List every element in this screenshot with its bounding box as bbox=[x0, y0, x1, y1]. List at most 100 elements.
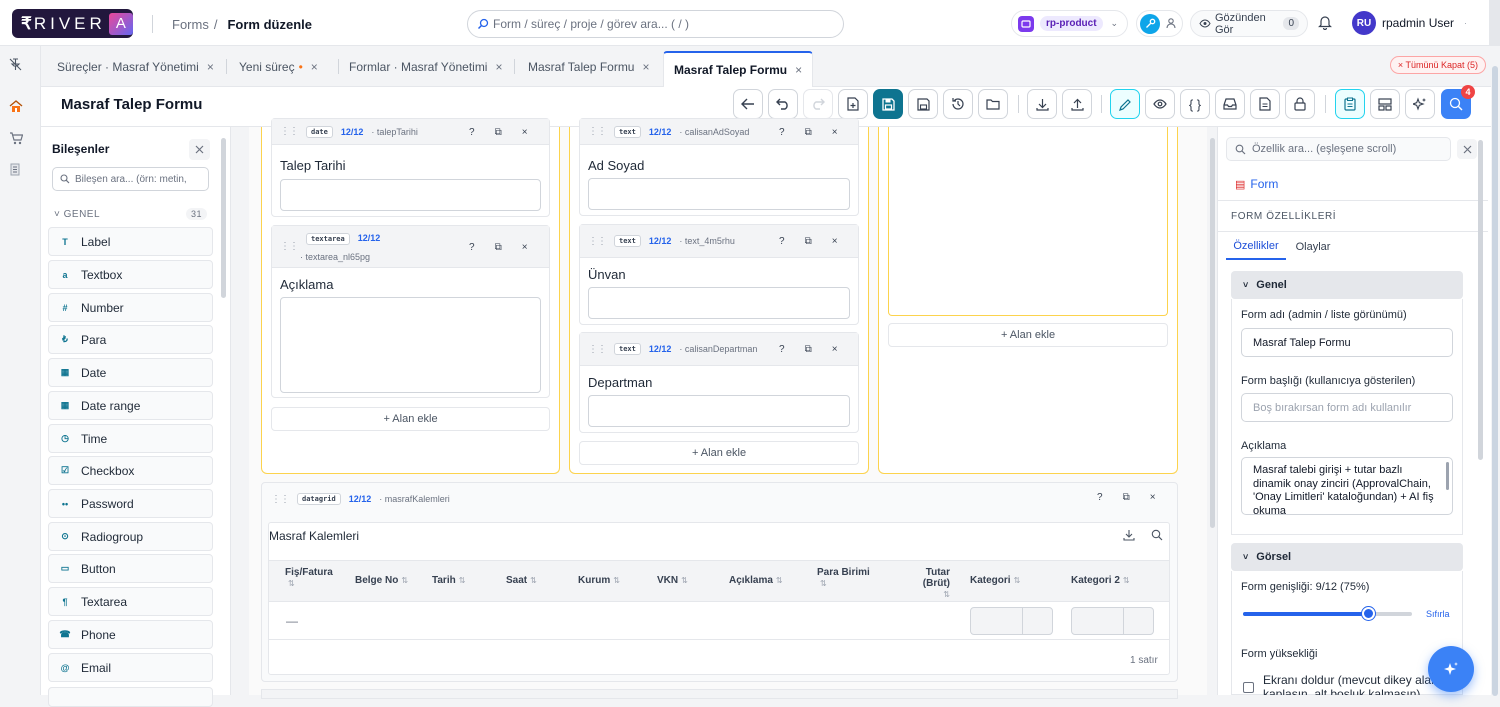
column-header[interactable]: Tarih ⇅ bbox=[432, 575, 465, 586]
inbox-button[interactable] bbox=[1215, 89, 1245, 119]
drag-handle-icon[interactable]: ⋮⋮ bbox=[280, 241, 299, 252]
field-aciklama[interactable]: ⋮⋮ textarea 12/12 · textarea_nl65pg ? ⧉ × Açı… bbox=[271, 225, 550, 398]
component-group-genel[interactable]: ˅ GENEL 31 bbox=[54, 208, 207, 220]
component-item-phone[interactable]: ☎ Phone bbox=[48, 620, 213, 649]
sort-icon[interactable]: ⇅ bbox=[401, 576, 408, 585]
dev-mode-toggle[interactable] bbox=[1136, 10, 1183, 37]
reset-button[interactable]: Sıfırla bbox=[1426, 609, 1450, 619]
upload-button[interactable] bbox=[1062, 89, 1092, 119]
drag-handle-icon[interactable]: ⋮⋮ bbox=[271, 494, 290, 505]
download-icon[interactable] bbox=[1123, 529, 1135, 541]
app-logo[interactable]: ₹ RIVER A bbox=[12, 9, 133, 38]
help-icon[interactable]: ? bbox=[779, 127, 785, 138]
tab-surecler[interactable]: Süreçler · Masraf Yönetimi × bbox=[47, 52, 224, 81]
component-item-partial[interactable] bbox=[48, 687, 213, 707]
sort-icon[interactable]: ⇅ bbox=[459, 576, 466, 585]
copy-icon[interactable]: ⧉ bbox=[805, 236, 812, 247]
layout-button[interactable] bbox=[1370, 89, 1400, 119]
column-header[interactable]: Belge No ⇅ bbox=[355, 575, 408, 586]
help-icon[interactable]: ? bbox=[469, 127, 475, 138]
new-file-button[interactable] bbox=[838, 89, 868, 119]
column-header[interactable]: Fiş/Fatura ⇅ bbox=[285, 567, 333, 589]
back-button[interactable] bbox=[733, 89, 763, 119]
column-header[interactable]: Tutar (Brüt) ⇅ bbox=[896, 567, 950, 600]
tab-masraf-talep-formu[interactable]: Masraf Talep Formu × bbox=[518, 52, 660, 81]
close-icon[interactable]: × bbox=[495, 60, 502, 74]
textarea-scrollbar[interactable] bbox=[1446, 462, 1449, 490]
copy-icon[interactable]: ⧉ bbox=[495, 127, 502, 138]
sort-icon[interactable]: ⇅ bbox=[1014, 576, 1021, 585]
sort-icon[interactable]: ⇅ bbox=[681, 576, 688, 585]
field-departman[interactable]: ⋮⋮ text 12/12 · calisanDepartman ? ⧉ × Depart… bbox=[579, 332, 859, 433]
column-header[interactable]: Para Birimi ⇅ bbox=[817, 567, 870, 589]
sort-icon[interactable]: ⇅ bbox=[820, 579, 827, 588]
column-header[interactable]: Saat ⇅ bbox=[506, 575, 537, 586]
accordion-gorsel[interactable]: ˅ Görsel bbox=[1231, 543, 1463, 571]
form-properties-button[interactable] bbox=[1335, 89, 1365, 119]
document-icon[interactable] bbox=[10, 163, 20, 176]
project-selector[interactable]: rp-product ⌄ bbox=[1011, 10, 1128, 37]
save-button[interactable] bbox=[873, 89, 903, 119]
components-scrollbar[interactable] bbox=[221, 138, 226, 298]
drag-handle-icon[interactable]: ⋮⋮ bbox=[588, 126, 607, 137]
unpin-icon[interactable] bbox=[9, 58, 22, 71]
home-icon[interactable] bbox=[9, 100, 23, 113]
drag-handle-icon[interactable]: ⋮⋮ bbox=[588, 236, 607, 247]
component-item-password[interactable]: •• Password bbox=[48, 489, 213, 518]
date-input[interactable] bbox=[280, 179, 541, 211]
ai-assistant-button[interactable] bbox=[1428, 646, 1474, 692]
component-item-para[interactable]: ₺ Para bbox=[48, 325, 213, 354]
close-icon[interactable]: × bbox=[832, 127, 838, 138]
ai-button[interactable] bbox=[1405, 89, 1435, 119]
component-item-time[interactable]: ◷ Time bbox=[48, 424, 213, 453]
sort-icon[interactable]: ⇅ bbox=[943, 590, 950, 599]
component-item-label[interactable]: T Label bbox=[48, 227, 213, 256]
description-textarea[interactable]: Masraf talebi girişi + tutar bazlı dinam… bbox=[1241, 457, 1453, 515]
json-button[interactable]: { } bbox=[1180, 89, 1210, 119]
redo-button[interactable] bbox=[803, 89, 833, 119]
form-title-input[interactable]: Boş bırakırsan form adı kullanılır bbox=[1241, 393, 1453, 422]
component-item-checkbox[interactable]: ☑ Checkbox bbox=[48, 456, 213, 485]
column-header[interactable]: VKN ⇅ bbox=[657, 575, 688, 586]
column-header[interactable]: Kurum ⇅ bbox=[578, 575, 620, 586]
tab-yeni-surec[interactable]: Yeni süreç • × bbox=[229, 52, 328, 81]
accordion-genel[interactable]: ˅ Genel bbox=[1231, 271, 1463, 299]
save-as-button[interactable] bbox=[908, 89, 938, 119]
copy-icon[interactable]: ⧉ bbox=[805, 344, 812, 355]
folder-button[interactable] bbox=[978, 89, 1008, 119]
help-icon[interactable]: ? bbox=[779, 236, 785, 247]
sort-icon[interactable]: ⇅ bbox=[776, 576, 783, 585]
component-item-radiogroup[interactable]: ⊙ Radiogroup bbox=[48, 522, 213, 551]
help-icon[interactable]: ? bbox=[779, 344, 785, 355]
close-icon[interactable]: × bbox=[207, 60, 214, 74]
close-icon[interactable]: × bbox=[832, 344, 838, 355]
textarea-input[interactable] bbox=[280, 297, 541, 393]
drag-handle-icon[interactable]: ⋮⋮ bbox=[280, 126, 299, 137]
close-all-tabs-button[interactable]: × Tümünü Kapat (5) bbox=[1390, 56, 1486, 74]
help-icon[interactable]: ? bbox=[1097, 492, 1103, 503]
document-button[interactable] bbox=[1250, 89, 1280, 119]
close-icon[interactable]: × bbox=[311, 60, 318, 74]
close-icon[interactable]: × bbox=[522, 242, 528, 253]
window-scrollbar-thumb[interactable] bbox=[1492, 66, 1498, 696]
sort-icon[interactable]: ⇅ bbox=[1123, 576, 1130, 585]
close-icon[interactable]: × bbox=[832, 236, 838, 247]
cart-icon[interactable] bbox=[9, 132, 23, 145]
sort-icon[interactable]: ⇅ bbox=[530, 576, 537, 585]
component-item-date[interactable]: ▦ Date bbox=[48, 358, 213, 387]
tab-ozellikler[interactable]: Özellikler bbox=[1226, 233, 1286, 260]
tab-formlar[interactable]: Formlar · Masraf Yönetimi × bbox=[339, 52, 513, 81]
tab-olaylar[interactable]: Olaylar bbox=[1293, 233, 1333, 260]
add-field-button[interactable]: + Alan ekle bbox=[579, 441, 859, 465]
drop-zone[interactable] bbox=[888, 127, 1168, 316]
copy-icon[interactable]: ⧉ bbox=[495, 242, 502, 253]
field-unvan[interactable]: ⋮⋮ text 12/12 · text_4m5rhu ? ⧉ × Ünvan bbox=[579, 224, 859, 325]
form-name-input[interactable]: Masraf Talep Formu bbox=[1241, 328, 1453, 357]
form-width-slider-handle[interactable] bbox=[1362, 607, 1375, 620]
kategori-2-select[interactable] bbox=[1071, 607, 1154, 635]
download-button[interactable] bbox=[1027, 89, 1057, 119]
component-item-textarea[interactable]: ¶ Textarea bbox=[48, 587, 213, 616]
column-header[interactable]: Kategori 2 ⇅ bbox=[1071, 575, 1130, 586]
fill-screen-checkbox[interactable] bbox=[1243, 682, 1254, 693]
form-link[interactable]: ▤ Form bbox=[1235, 177, 1278, 191]
